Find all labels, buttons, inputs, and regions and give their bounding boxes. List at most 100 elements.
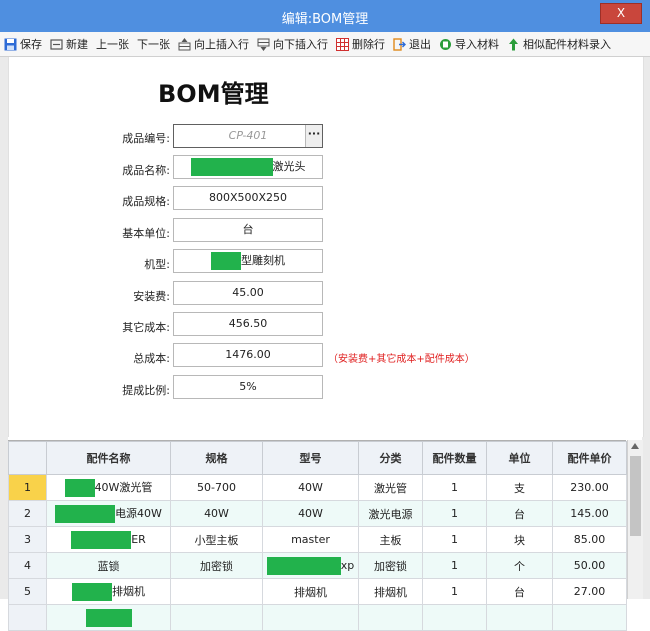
cell-category[interactable] [358, 604, 423, 631]
product-name-label: 成品名称: [122, 164, 170, 177]
browse-button[interactable]: ··· [305, 125, 322, 147]
column-header[interactable]: 配件数量 [422, 441, 487, 475]
commission-rate-field[interactable]: 5% [173, 375, 323, 399]
cell-part-name[interactable]: 电源40W [46, 500, 171, 527]
redaction-block [55, 504, 116, 523]
cell-price[interactable]: 85.00 [552, 526, 627, 553]
cell-part-name[interactable]: 40W激光管 [46, 474, 171, 501]
cell-price[interactable]: 230.00 [552, 474, 627, 501]
cell-category[interactable]: 加密锁 [358, 552, 423, 579]
product-code-field[interactable]: CP-401 ··· [173, 124, 323, 148]
row-number[interactable]: 1 [8, 474, 47, 501]
insert-down-button[interactable]: 向下插入行 [253, 33, 332, 55]
cell-model[interactable]: master [262, 526, 359, 553]
table-row[interactable]: 2 电源40W 40W 40W 激光电源 1 台 145.00 [8, 500, 627, 527]
table-row[interactable]: 3 ER 小型主板 master 主板 1 块 85.00 [8, 526, 627, 553]
new-button[interactable]: 新建 [46, 33, 92, 55]
cell-model[interactable]: 40W [262, 474, 359, 501]
row-number[interactable] [8, 604, 47, 631]
machine-type-field[interactable]: 型雕刻机 [173, 249, 323, 273]
total-cost-field[interactable]: 1476.00 [173, 343, 323, 367]
row-number[interactable]: 4 [8, 552, 47, 579]
arrow-up-icon [509, 38, 518, 50]
close-button[interactable]: X [600, 3, 642, 24]
cell-model[interactable]: 排烟机 [262, 578, 359, 605]
cell-price[interactable]: 50.00 [552, 552, 627, 579]
redaction-block [71, 530, 132, 549]
cell-unit[interactable]: 支 [486, 474, 553, 501]
cell-model[interactable]: xp [262, 552, 359, 579]
redaction-block [64, 478, 95, 497]
other-cost-field[interactable]: 456.50 [173, 312, 323, 336]
column-header[interactable]: 单位 [486, 441, 553, 475]
column-header[interactable]: 型号 [262, 441, 359, 475]
cell-category[interactable]: 主板 [358, 526, 423, 553]
exit-button[interactable]: 退出 [389, 33, 435, 55]
base-unit-field[interactable]: 台 [173, 218, 323, 242]
save-button[interactable]: 保存 [0, 33, 46, 55]
column-header[interactable]: 分类 [358, 441, 423, 475]
prev-button[interactable]: 上一张 [92, 33, 133, 55]
cell-unit[interactable]: 台 [486, 500, 553, 527]
cell-spec[interactable] [170, 604, 263, 631]
page-title: BOM管理 [158, 80, 269, 108]
cell-spec[interactable]: 50-700 [170, 474, 263, 501]
product-name-field[interactable]: 激光头 [173, 155, 323, 179]
cell-qty[interactable]: 1 [422, 578, 487, 605]
cell-category[interactable]: 激光电源 [358, 500, 423, 527]
scroll-up-arrow-icon[interactable] [631, 443, 639, 449]
cell-price[interactable]: 145.00 [552, 500, 627, 527]
cell-spec[interactable]: 加密锁 [170, 552, 263, 579]
scroll-thumb[interactable] [630, 456, 641, 536]
title-bar: 编辑:BOM管理 X [0, 0, 650, 32]
window-title: 编辑:BOM管理 [281, 12, 369, 27]
cell-qty[interactable]: 1 [422, 500, 487, 527]
delete-row-button[interactable]: 删除行 [332, 33, 389, 55]
cell-part-name[interactable]: 排烟机 [46, 578, 171, 605]
cell-spec[interactable]: 40W [170, 500, 263, 527]
insert-up-button[interactable]: 向上插入行 [174, 33, 253, 55]
total-cost-label: 总成本: [133, 352, 170, 365]
cell-qty[interactable]: 1 [422, 552, 487, 579]
cell-qty[interactable] [422, 604, 487, 631]
cell-part-name[interactable] [46, 604, 171, 631]
cell-model[interactable] [262, 604, 359, 631]
similar-import-button[interactable]: 相似配件材料录入 [503, 33, 615, 55]
cell-unit[interactable] [486, 604, 553, 631]
base-unit-label: 基本单位: [122, 227, 170, 240]
row-number[interactable]: 2 [8, 500, 47, 527]
install-fee-field[interactable]: 45.00 [173, 281, 323, 305]
column-header[interactable]: 配件名称 [46, 441, 171, 475]
cell-category[interactable]: 激光管 [358, 474, 423, 501]
cell-model[interactable]: 40W [262, 500, 359, 527]
column-header[interactable]: 规格 [170, 441, 263, 475]
import-button[interactable]: 导入材料 [435, 33, 503, 55]
cell-spec[interactable]: 小型主板 [170, 526, 263, 553]
table-row[interactable]: 5 排烟机 排烟机 排烟机 1 台 27.00 [8, 578, 627, 605]
table-row[interactable]: 1 40W激光管 50-700 40W 激光管 1 支 230.00 [8, 474, 627, 501]
redaction-block [266, 556, 341, 575]
cell-qty[interactable]: 1 [422, 474, 487, 501]
exit-icon [393, 37, 406, 51]
product-spec-field[interactable]: 800X500X250 [173, 186, 323, 210]
cell-unit[interactable]: 块 [486, 526, 553, 553]
insert-up-icon [178, 37, 191, 50]
cell-unit[interactable]: 台 [486, 578, 553, 605]
next-button[interactable]: 下一张 [133, 33, 174, 55]
column-header[interactable]: 配件单价 [552, 441, 627, 475]
cell-unit[interactable]: 个 [486, 552, 553, 579]
cell-qty[interactable]: 1 [422, 526, 487, 553]
table-row-partial[interactable] [8, 604, 627, 631]
cell-price[interactable]: 27.00 [552, 578, 627, 605]
row-number[interactable]: 3 [8, 526, 47, 553]
column-header [8, 441, 47, 475]
vertical-scrollbar[interactable] [627, 440, 643, 599]
row-number[interactable]: 5 [8, 578, 47, 605]
cell-part-name[interactable]: ER [46, 526, 171, 553]
cell-spec[interactable] [170, 578, 263, 605]
parts-table: 配件名称 规格 型号 分类 配件数量 单位 配件单价 1 40W激光管 50-7… [8, 441, 627, 631]
cell-part-name[interactable]: 蓝锁 [46, 552, 171, 579]
cell-price[interactable] [552, 604, 627, 631]
table-row[interactable]: 4 蓝锁 加密锁 xp 加密锁 1 个 50.00 [8, 552, 627, 579]
cell-category[interactable]: 排烟机 [358, 578, 423, 605]
